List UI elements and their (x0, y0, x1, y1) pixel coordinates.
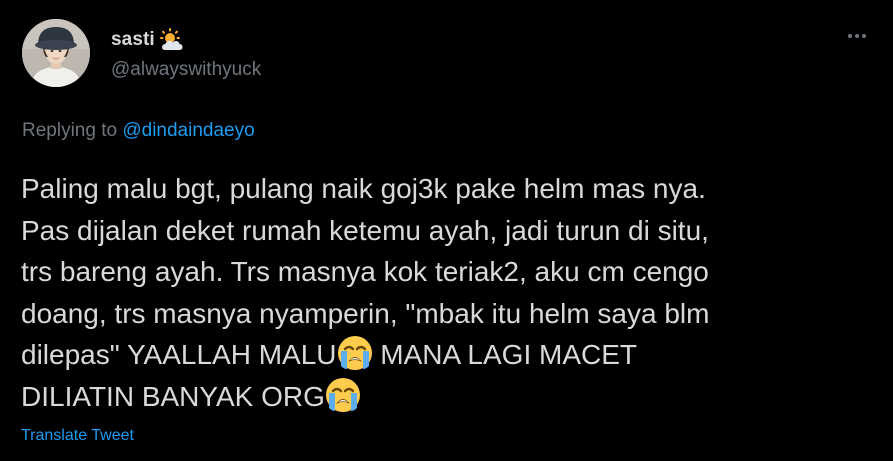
replying-to-line: Replying to @dindaindaeyo (22, 120, 255, 142)
tweet-line: trs bareng ayah. Trs masnya kok teriak2,… (21, 256, 709, 287)
loudly-crying-face-icon (325, 377, 361, 413)
replying-to-label: Replying to (22, 120, 118, 141)
profile-photo (22, 19, 90, 87)
tweet-line: Pas dijalan deket rumah ketemu ayah, jad… (21, 214, 709, 246)
more-options-dot (855, 34, 859, 38)
tweet-line: Paling malu bgt, pulang naik goj3k pake … (21, 173, 706, 204)
tweet-line-segment: MANA LAGI MACET (372, 339, 638, 370)
tweet-line: DILIATIN BANYAK ORG (21, 376, 881, 418)
more-options-icon (848, 34, 852, 38)
author-display-name[interactable]: sasti (111, 29, 155, 51)
author-handle[interactable]: @alwayswithyuck (111, 59, 261, 81)
loudly-crying-face-icon (337, 335, 373, 371)
more-options-dot (862, 34, 866, 38)
translate-tweet-link[interactable]: Translate Tweet (21, 427, 134, 445)
more-options-button[interactable] (840, 24, 874, 48)
avatar[interactable] (22, 19, 90, 87)
author-name-row[interactable]: sasti (111, 28, 187, 52)
tweet-line: dilepas" YAALLAH MALU MANA LAGI MACET (21, 334, 881, 376)
tweet-line-segment: DILIATIN BANYAK ORG (21, 380, 325, 412)
reply-mention-link[interactable]: @dindaindaeyo (122, 120, 254, 141)
tweet-text: Paling malu bgt, pulang naik goj3k pake … (21, 168, 881, 417)
tweet-line-segment: dilepas" YAALLAH MALU (21, 339, 337, 370)
sun-behind-cloud-icon (157, 28, 187, 52)
tweet-line: doang, trs masnya nyamperin, "mbak itu h… (21, 297, 710, 329)
